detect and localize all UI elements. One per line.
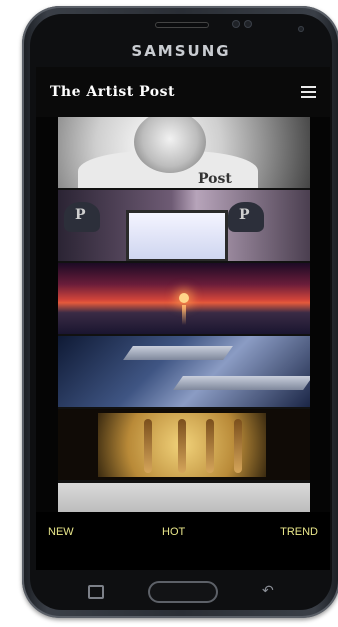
feed-item-portrait[interactable]: Post: [58, 117, 310, 188]
bottom-navigation: NEW HOT TREND: [36, 512, 330, 570]
earpiece-speaker: [155, 22, 209, 28]
app-header: The Artist Post: [36, 67, 330, 117]
bench-shape: [123, 346, 233, 360]
feed-item-xray[interactable]: [58, 409, 310, 480]
hamburger-menu-icon[interactable]: [301, 86, 316, 98]
nav-trend[interactable]: TREND: [280, 526, 318, 538]
home-button-icon[interactable]: [148, 581, 218, 603]
feed-item-laptop[interactable]: P P: [58, 190, 310, 261]
app-title: The Artist Post: [50, 84, 175, 100]
proximity-sensor: [232, 20, 240, 28]
feed-item-benches[interactable]: [58, 336, 310, 407]
finger-bone: [234, 419, 242, 473]
feed-item-sunset[interactable]: [58, 263, 310, 334]
front-camera: [298, 26, 304, 32]
back-arrow-icon[interactable]: ↶: [262, 583, 278, 597]
finger-bone: [178, 419, 186, 473]
cap-letter: P: [239, 207, 250, 223]
xray-image: [98, 413, 266, 477]
laptop-screen: [126, 210, 228, 261]
device-brand: SAMSUNG: [131, 42, 231, 60]
photo-feed[interactable]: Post P P: [58, 117, 310, 512]
finger-bone: [206, 419, 214, 473]
sun-reflection: [182, 305, 186, 325]
feed-item-partial[interactable]: [58, 483, 310, 512]
nav-hot[interactable]: HOT: [162, 526, 185, 538]
sun-shape: [179, 293, 189, 303]
shirt-logo-text: Post: [198, 171, 232, 187]
phone-screen: The Artist Post Post P P NEW HOT TREND: [36, 67, 330, 570]
recent-apps-icon[interactable]: [88, 585, 104, 599]
cap-left: P: [64, 202, 100, 232]
cap-right: P: [228, 202, 264, 232]
cap-letter: P: [75, 207, 86, 223]
light-sensor: [244, 20, 252, 28]
bench-shape: [173, 376, 310, 390]
nav-new[interactable]: NEW: [48, 526, 74, 538]
finger-bone: [144, 419, 152, 473]
